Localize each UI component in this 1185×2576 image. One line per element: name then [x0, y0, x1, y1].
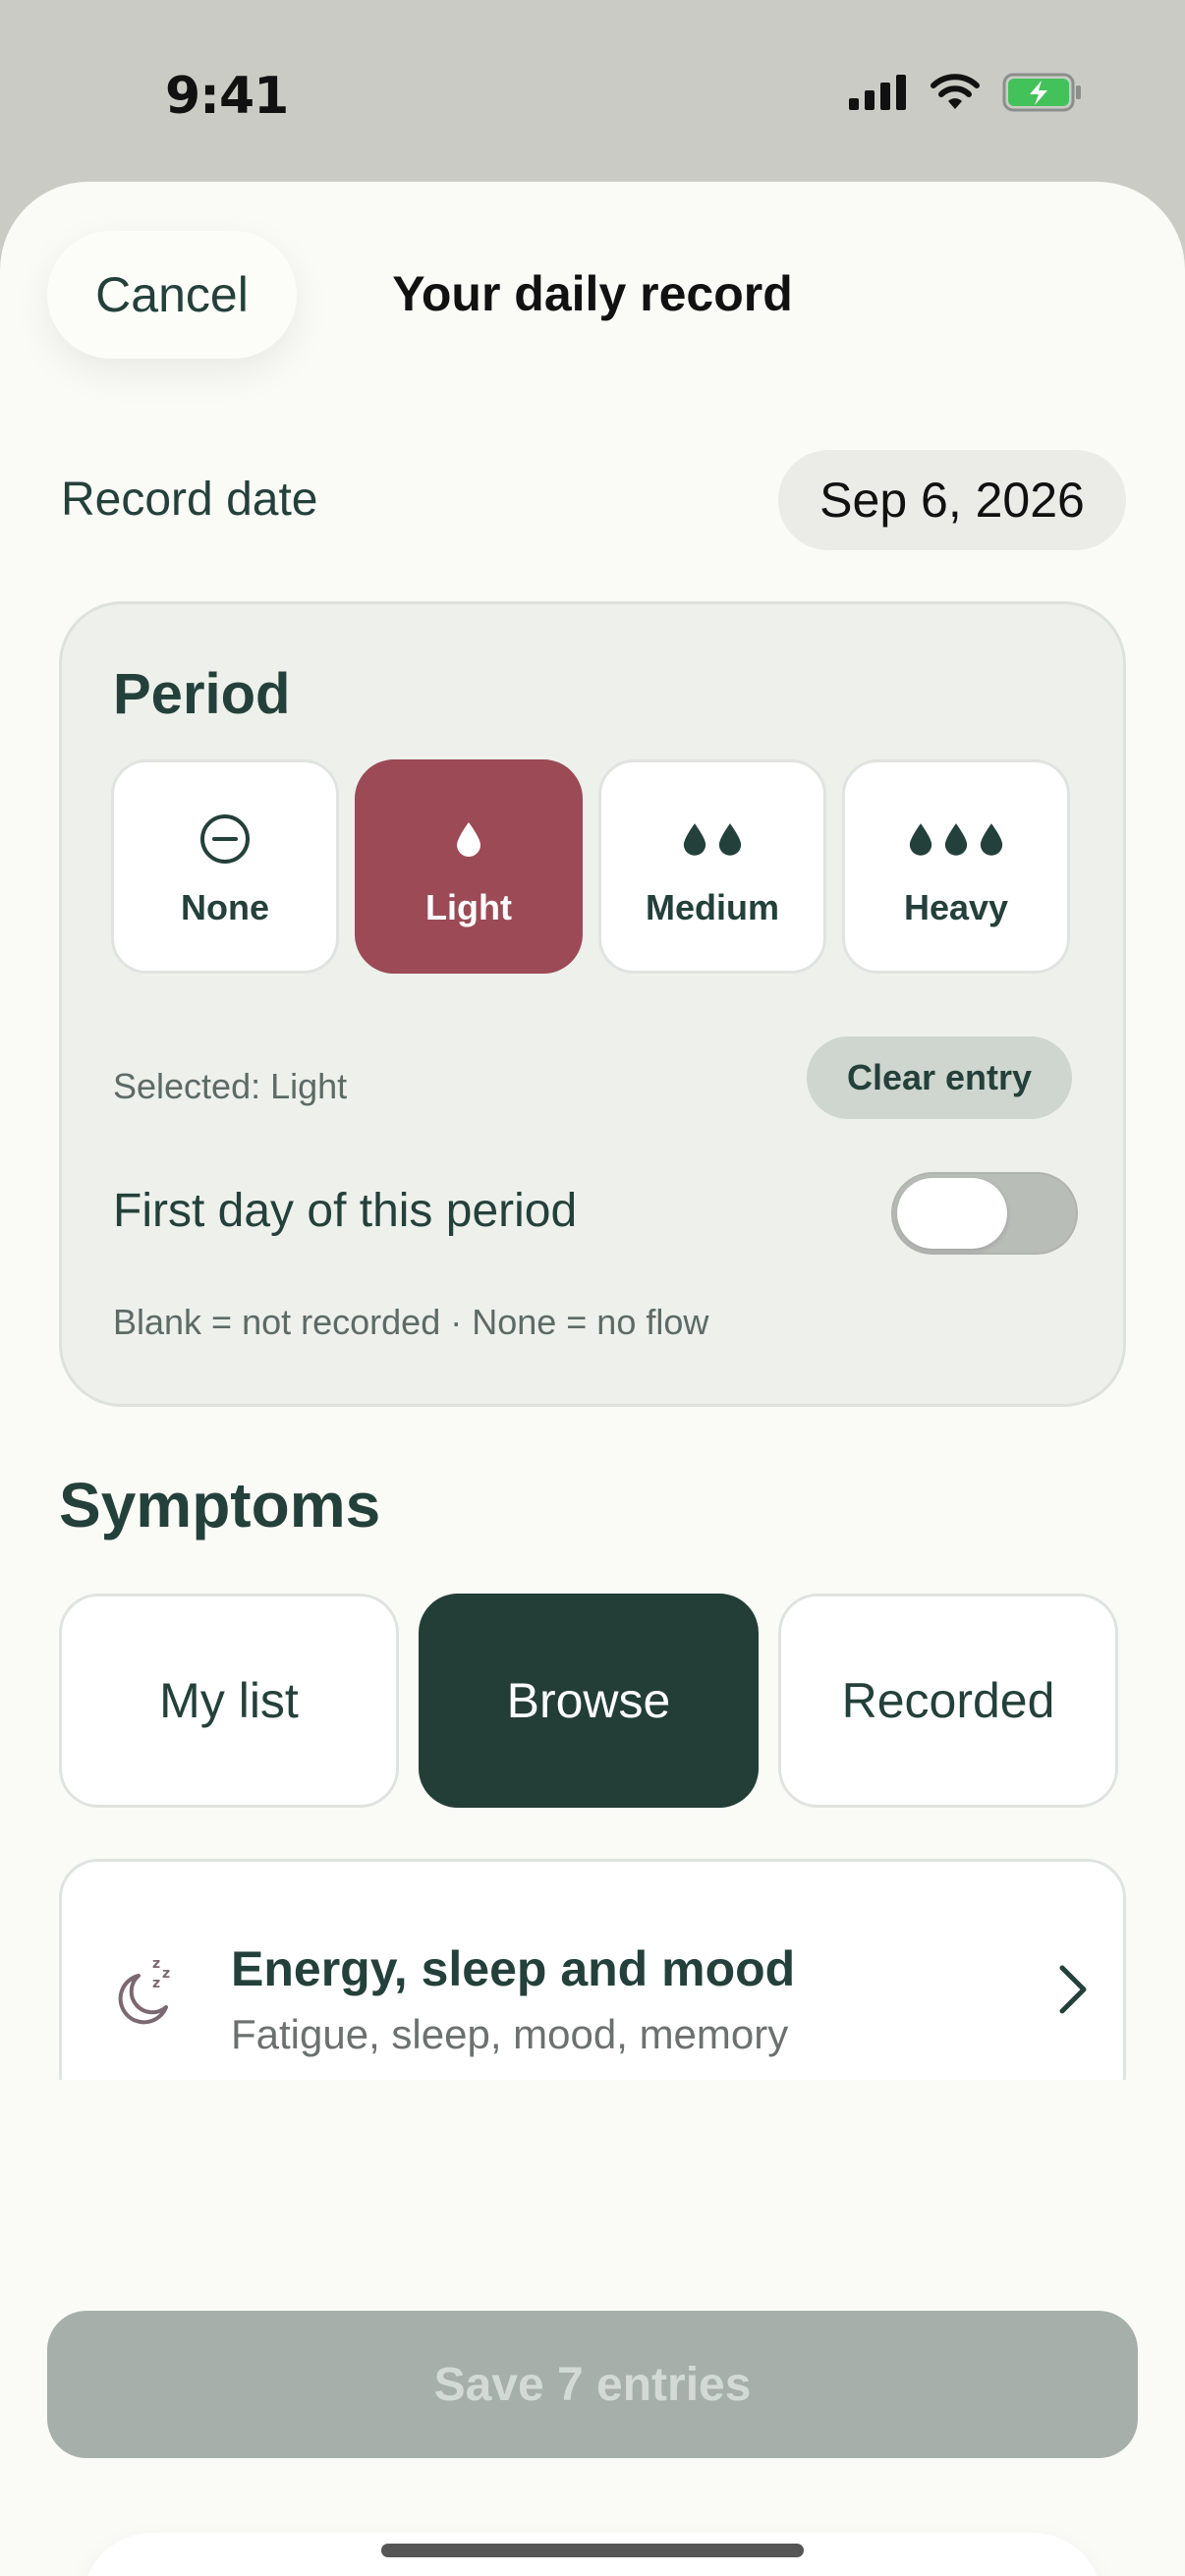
symptoms-tabs: My list Browse Recorded [59, 1594, 1118, 1808]
tab-my-list[interactable]: My list [59, 1594, 399, 1808]
status-bar: 9:41 [0, 0, 1185, 187]
page-title: Your daily record [392, 266, 793, 321]
chevron-right-icon [1059, 1965, 1087, 2014]
cellular-signal-icon [849, 75, 906, 110]
wifi-icon [931, 74, 980, 109]
record-date-label: Record date [61, 474, 318, 526]
svg-text:z: z [152, 1956, 160, 1972]
category-subtitle: Fatigue, sleep, mood, memory [231, 2011, 789, 2057]
toggle-knob [897, 1178, 1007, 1249]
category-title: Energy, sleep and mood [231, 1941, 796, 1996]
svg-text:z: z [162, 1966, 170, 1982]
first-day-label: First day of this period [113, 1185, 578, 1237]
period-title: Period [113, 662, 291, 726]
flow-option-label: Heavy [903, 887, 1009, 927]
status-icons [849, 73, 1083, 112]
drop-icon [457, 822, 480, 857]
moon-sleep-icon: z z z [118, 1956, 170, 2025]
first-day-toggle[interactable] [891, 1172, 1078, 1255]
home-indicator [381, 2544, 804, 2557]
daily-record-sheet: Cancel Your daily record Record date Sep… [0, 182, 1185, 2576]
flow-option-none[interactable]: None [111, 759, 339, 974]
battery-charging-icon [1002, 73, 1081, 112]
clear-entry-button[interactable]: Clear entry [807, 1036, 1072, 1119]
flow-option-label: Light [425, 887, 512, 927]
symptoms-title: Symptoms [59, 1470, 381, 1540]
period-card: Period None Light Medium Heavy Selected:… [59, 601, 1126, 1407]
svg-text:z: z [152, 1976, 160, 1991]
flow-option-medium[interactable]: Medium [598, 759, 826, 974]
status-time: 9:41 [165, 67, 289, 126]
three-drops-icon [908, 805, 1004, 873]
flow-option-heavy[interactable]: Heavy [842, 759, 1070, 974]
tab-browse[interactable]: Browse [419, 1594, 759, 1808]
minus-circle-icon [200, 814, 250, 864]
selected-flow-text: Selected: Light [113, 1066, 348, 1106]
tab-recorded[interactable]: Recorded [778, 1594, 1118, 1808]
flow-option-light[interactable]: Light [355, 759, 583, 974]
save-entries-button[interactable]: Save 7 entries [47, 2311, 1138, 2458]
record-date-picker[interactable]: Sep 6, 2026 [778, 450, 1126, 550]
flow-options: None Light Medium Heavy [111, 759, 1070, 974]
flow-option-label: Medium [645, 887, 779, 927]
period-hint: Blank = not recorded · None = no flow [113, 1302, 709, 1342]
category-energy-sleep-mood[interactable]: z z z Energy, sleep and mood Fatigue, sl… [59, 1859, 1126, 2114]
flow-option-label: None [181, 887, 269, 927]
two-drops-icon [682, 805, 743, 873]
